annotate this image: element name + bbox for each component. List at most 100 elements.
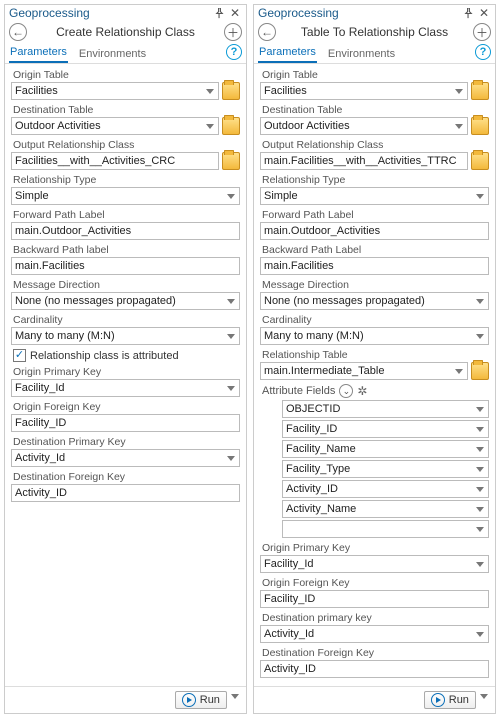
origin-pk-select[interactable]: Facility_Id xyxy=(11,379,240,397)
parameters-form: Origin Table Facilities Destination Tabl… xyxy=(254,64,495,686)
label-dest-pk: Destination primary key xyxy=(262,612,489,624)
label-origin-fk: Origin Foreign Key xyxy=(262,577,489,589)
label-dest-pk: Destination Primary Key xyxy=(13,436,240,448)
tab-parameters[interactable]: Parameters xyxy=(9,43,68,63)
cardinality-select[interactable]: Many to many (M:N) xyxy=(260,327,489,345)
tool-header: ← Create Relationship Class ＋ xyxy=(5,21,246,43)
browse-icon[interactable] xyxy=(471,152,489,170)
attributed-label: Relationship class is attributed xyxy=(30,350,179,362)
dest-fk-input[interactable]: Activity_ID xyxy=(11,484,240,502)
back-button[interactable]: ← xyxy=(9,23,27,41)
tab-environments[interactable]: Environments xyxy=(327,45,396,63)
label-origin-fk: Origin Foreign Key xyxy=(13,401,240,413)
label-backward-path: Backward Path label xyxy=(13,244,240,256)
attribute-field-item[interactable]: Facility_Type xyxy=(282,460,489,478)
label-forward-path: Forward Path Label xyxy=(262,209,489,221)
origin-table-select[interactable]: Facilities xyxy=(260,82,468,100)
dest-fk-input[interactable]: Activity_ID xyxy=(260,660,489,678)
relationship-table-select[interactable]: main.Intermediate_Table xyxy=(260,362,468,380)
run-dropdown-icon[interactable] xyxy=(231,691,242,709)
label-output-rc: Output Relationship Class xyxy=(262,139,489,151)
label-message-direction: Message Direction xyxy=(13,279,240,291)
origin-table-select[interactable]: Facilities xyxy=(11,82,219,100)
attribute-field-item[interactable]: OBJECTID xyxy=(282,400,489,418)
tab-environments[interactable]: Environments xyxy=(78,45,147,63)
browse-icon[interactable] xyxy=(471,117,489,135)
tab-parameters[interactable]: Parameters xyxy=(258,43,317,63)
back-button[interactable]: ← xyxy=(258,23,276,41)
relationship-type-select[interactable]: Simple xyxy=(260,187,489,205)
run-dropdown-icon[interactable] xyxy=(480,691,491,709)
geoprocessing-panel-right: Geoprocessing ✕ ← Table To Relationship … xyxy=(253,4,496,714)
output-rc-input[interactable]: main.Facilities__with__Activities_TTRC xyxy=(260,152,468,170)
browse-icon[interactable] xyxy=(222,82,240,100)
origin-fk-input[interactable]: Facility_ID xyxy=(260,590,489,608)
window-title: Geoprocessing xyxy=(9,6,210,20)
play-icon xyxy=(182,693,196,707)
forward-path-input[interactable]: main.Outdoor_Activities xyxy=(260,222,489,240)
titlebar: Geoprocessing ✕ xyxy=(254,5,495,21)
chevron-down-icon[interactable]: ⌄ xyxy=(339,384,353,398)
label-origin-table: Origin Table xyxy=(13,69,240,81)
label-origin-table: Origin Table xyxy=(262,69,489,81)
run-label: Run xyxy=(449,694,469,706)
geoprocessing-panel-left: Geoprocessing ✕ ← Create Relationship Cl… xyxy=(4,4,247,714)
message-direction-select[interactable]: None (no messages propagated) xyxy=(11,292,240,310)
attribute-field-item[interactable]: Activity_Name xyxy=(282,500,489,518)
attribute-fields-list: OBJECTID Facility_ID Facility_Name Facil… xyxy=(260,400,489,538)
close-icon[interactable]: ✕ xyxy=(477,6,491,20)
add-tool-button[interactable]: ＋ xyxy=(473,23,491,41)
attribute-field-item[interactable]: Facility_Name xyxy=(282,440,489,458)
tool-title: Table To Relationship Class xyxy=(276,25,473,39)
destination-table-select[interactable]: Outdoor Activities xyxy=(260,117,468,135)
help-icon[interactable]: ? xyxy=(226,44,242,60)
footer: Run xyxy=(254,686,495,713)
run-label: Run xyxy=(200,694,220,706)
label-relationship-type: Relationship Type xyxy=(262,174,489,186)
tool-header: ← Table To Relationship Class ＋ xyxy=(254,21,495,43)
help-icon[interactable]: ? xyxy=(475,44,491,60)
backward-path-input[interactable]: main.Facilities xyxy=(260,257,489,275)
add-tool-button[interactable]: ＋ xyxy=(224,23,242,41)
label-attribute-fields: Attribute Fields xyxy=(262,385,335,397)
label-dest-fk: Destination Foreign Key xyxy=(13,471,240,483)
destination-table-select[interactable]: Outdoor Activities xyxy=(11,117,219,135)
footer: Run xyxy=(5,686,246,713)
window-title: Geoprocessing xyxy=(258,6,459,20)
forward-path-input[interactable]: main.Outdoor_Activities xyxy=(11,222,240,240)
message-direction-select[interactable]: None (no messages propagated) xyxy=(260,292,489,310)
dest-pk-select[interactable]: Activity_Id xyxy=(260,625,489,643)
pin-icon[interactable] xyxy=(212,6,226,20)
gear-icon[interactable]: ✲ xyxy=(357,384,367,398)
attributed-checkbox[interactable]: ✓ xyxy=(13,349,26,362)
label-cardinality: Cardinality xyxy=(262,314,489,326)
browse-icon[interactable] xyxy=(222,117,240,135)
browse-icon[interactable] xyxy=(222,152,240,170)
tool-title: Create Relationship Class xyxy=(27,25,224,39)
parameters-form: Origin Table Facilities Destination Tabl… xyxy=(5,64,246,686)
run-button[interactable]: Run xyxy=(175,691,227,709)
pin-icon[interactable] xyxy=(461,6,475,20)
label-forward-path: Forward Path Label xyxy=(13,209,240,221)
relationship-type-select[interactable]: Simple xyxy=(11,187,240,205)
browse-icon[interactable] xyxy=(471,362,489,380)
label-cardinality: Cardinality xyxy=(13,314,240,326)
label-destination-table: Destination Table xyxy=(13,104,240,116)
cardinality-select[interactable]: Many to many (M:N) xyxy=(11,327,240,345)
origin-pk-select[interactable]: Facility_Id xyxy=(260,555,489,573)
output-rc-input[interactable]: Facilities__with__Activities_CRC xyxy=(11,152,219,170)
run-button[interactable]: Run xyxy=(424,691,476,709)
label-backward-path: Backward Path Label xyxy=(262,244,489,256)
origin-fk-input[interactable]: Facility_ID xyxy=(11,414,240,432)
label-origin-pk: Origin Primary Key xyxy=(13,366,240,378)
browse-icon[interactable] xyxy=(471,82,489,100)
tabs: Parameters Environments ? xyxy=(5,43,246,64)
dest-pk-select[interactable]: Activity_Id xyxy=(11,449,240,467)
play-icon xyxy=(431,693,445,707)
attribute-field-item[interactable] xyxy=(282,520,489,538)
attribute-field-item[interactable]: Activity_ID xyxy=(282,480,489,498)
label-output-rc: Output Relationship Class xyxy=(13,139,240,151)
backward-path-input[interactable]: main.Facilities xyxy=(11,257,240,275)
close-icon[interactable]: ✕ xyxy=(228,6,242,20)
attribute-field-item[interactable]: Facility_ID xyxy=(282,420,489,438)
